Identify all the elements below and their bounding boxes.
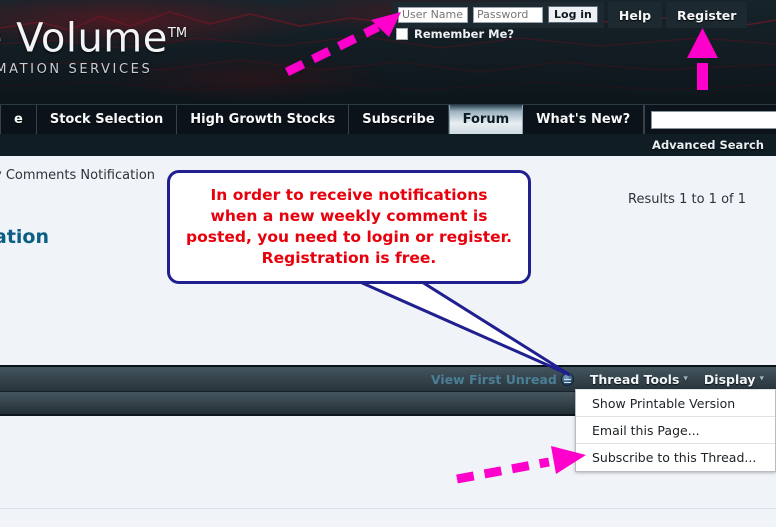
remember-me-row[interactable]: Remember Me? bbox=[396, 27, 514, 41]
page-title: ation bbox=[0, 226, 49, 248]
display-label: Display bbox=[703, 371, 756, 387]
view-first-unread-link[interactable]: View First Unread bbox=[423, 372, 582, 387]
chevron-down-icon: ▾ bbox=[759, 374, 764, 384]
trademark-symbol: TM bbox=[167, 26, 188, 41]
breadcrumb: y Comments Notification bbox=[0, 168, 156, 183]
search-input[interactable] bbox=[651, 110, 776, 129]
results-count: Results 1 to 1 of 1 bbox=[628, 192, 746, 207]
menu-item-email-this-page[interactable]: Email this Page... bbox=[576, 417, 775, 444]
callout-text: In order to receive notifications when a… bbox=[186, 186, 512, 267]
chevron-down-icon: ▾ bbox=[683, 374, 688, 384]
nav-item-whats-new[interactable]: What's New? bbox=[523, 105, 645, 134]
menu-item-subscribe-to-this-thread[interactable]: Subscribe to this Thread... bbox=[576, 444, 775, 471]
nav-item-home[interactable]: e bbox=[0, 105, 37, 134]
site-logo[interactable]: ive VolumeTM INFORMATION SERVICES bbox=[0, 12, 272, 77]
nav-item-forum[interactable]: Forum bbox=[448, 105, 524, 134]
main-navigation: e Stock Selection High Growth Stocks Sub… bbox=[0, 104, 776, 134]
thread-tools-menu-button[interactable]: Thread Tools ▾ bbox=[582, 372, 696, 387]
login-strip: Log in Help Register Remember Me? bbox=[392, 0, 776, 52]
divider bbox=[0, 508, 776, 509]
nav-item-high-growth-stocks[interactable]: High Growth Stocks bbox=[177, 105, 350, 134]
menu-item-show-printable-version[interactable]: Show Printable Version bbox=[576, 390, 775, 417]
view-first-unread-label: View First Unread bbox=[430, 371, 557, 387]
nav-search-wrapper bbox=[645, 105, 776, 134]
username-input[interactable] bbox=[398, 6, 468, 23]
advanced-search-bar: Advanced Search bbox=[0, 134, 776, 156]
login-form: Log in bbox=[392, 2, 604, 28]
logo-wordmark: ive Volume bbox=[0, 15, 168, 62]
logo-main-text: ive VolumeTM bbox=[0, 12, 272, 60]
remember-me-label: Remember Me? bbox=[414, 27, 515, 41]
login-controls-row: Log in Help Register bbox=[392, 2, 748, 28]
remember-me-checkbox[interactable] bbox=[396, 28, 408, 40]
unread-badge-icon bbox=[560, 372, 574, 386]
help-link[interactable]: Help bbox=[607, 2, 663, 28]
register-link[interactable]: Register bbox=[666, 2, 748, 28]
nav-item-subscribe[interactable]: Subscribe bbox=[349, 105, 449, 134]
thread-tools-dropdown: Show Printable Version Email this Page..… bbox=[575, 389, 776, 472]
thread-tools-label: Thread Tools bbox=[589, 371, 680, 387]
callout-annotation: In order to receive notifications when a… bbox=[167, 170, 531, 284]
display-menu-button[interactable]: Display ▾ bbox=[696, 372, 772, 387]
thread-tools-bar: View First Unread Thread Tools ▾ Display… bbox=[0, 365, 776, 391]
nav-item-stock-selection[interactable]: Stock Selection bbox=[37, 105, 178, 134]
logo-subtitle: INFORMATION SERVICES bbox=[0, 62, 153, 78]
login-button[interactable]: Log in bbox=[548, 6, 598, 23]
advanced-search-link[interactable]: Advanced Search bbox=[652, 138, 764, 152]
password-input[interactable] bbox=[473, 6, 543, 23]
